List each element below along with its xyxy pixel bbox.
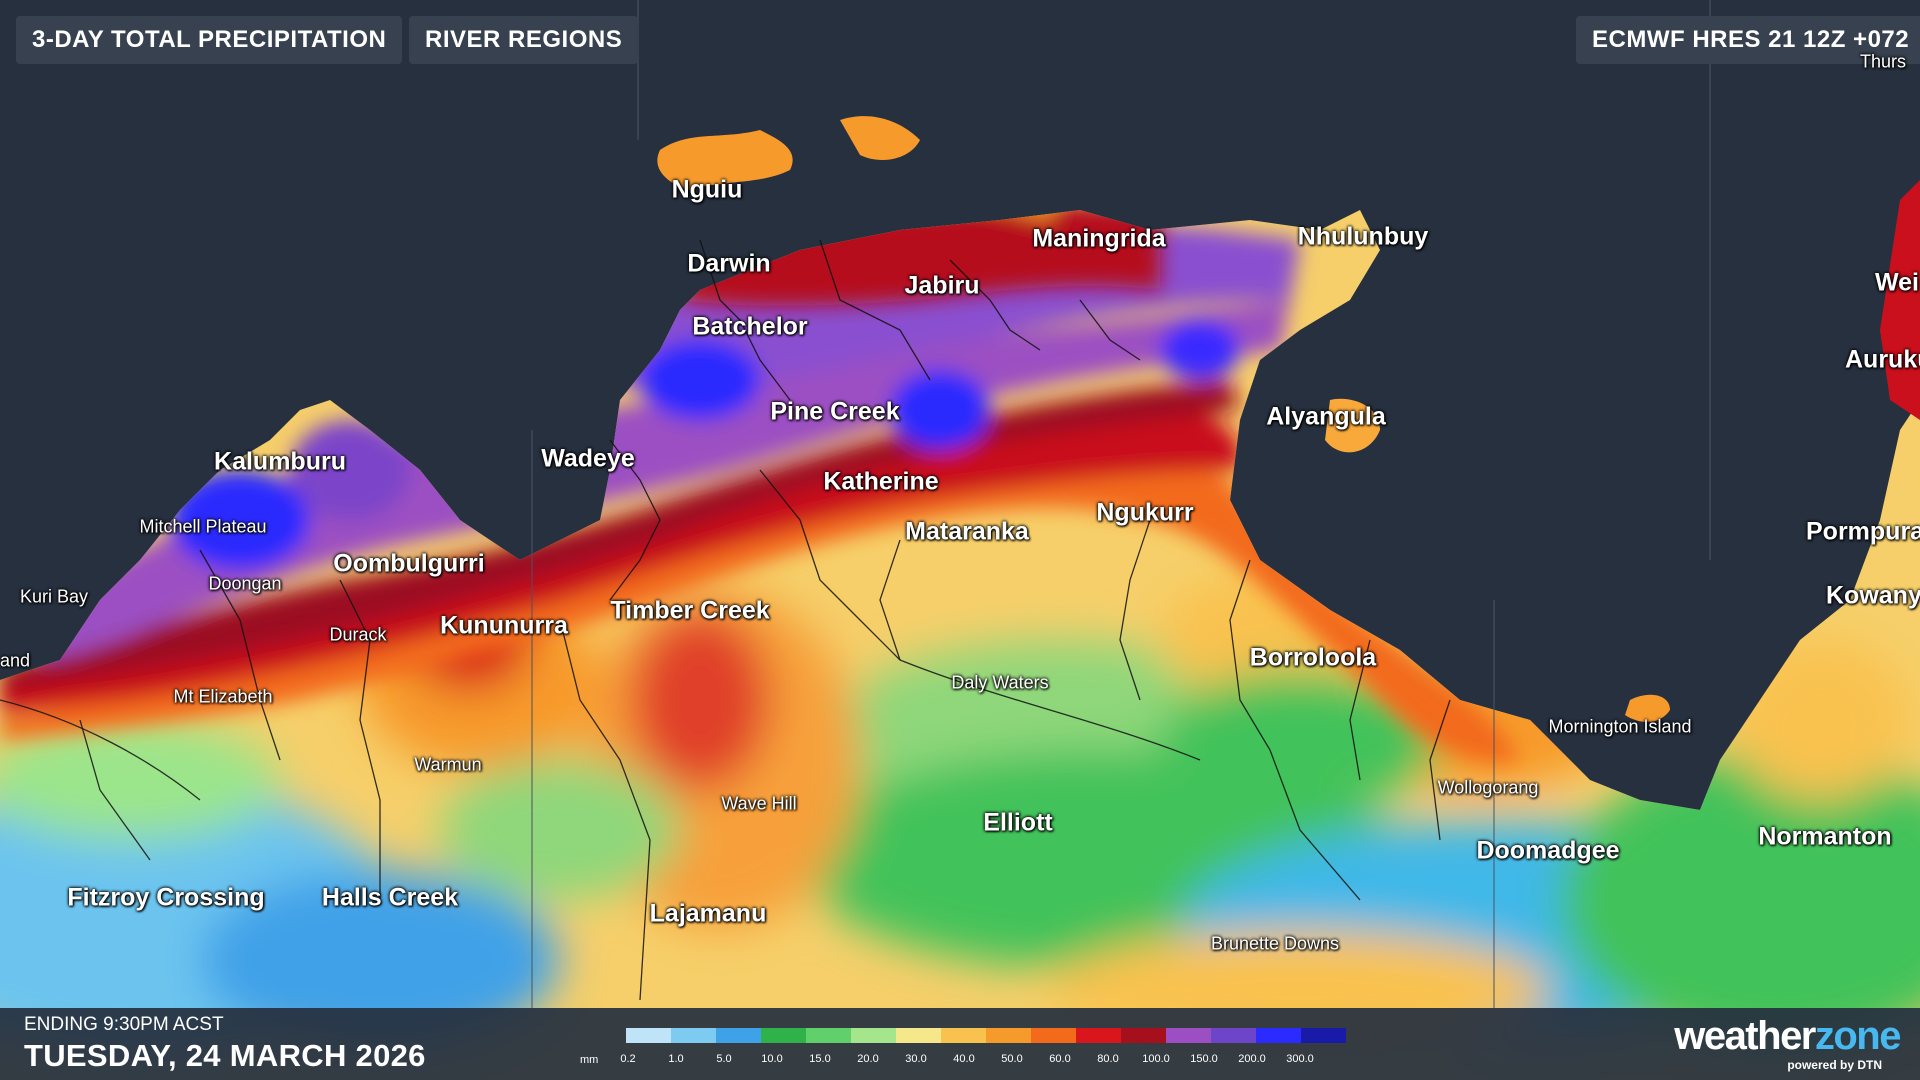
place-label-brunette-downs: Brunette Downs <box>1210 933 1340 954</box>
legend-swatch <box>1031 1028 1076 1043</box>
legend-label: 1.0 <box>668 1053 684 1065</box>
place-label-wollogorang: Wollogorang <box>1437 777 1539 798</box>
place-label-warmun: Warmun <box>414 754 482 775</box>
place-label-ngukurr: Ngukurr <box>1096 498 1194 527</box>
place-label-daly-waters: Daly Waters <box>951 672 1049 693</box>
legend-label: 5.0 <box>716 1053 732 1065</box>
legend-swatch <box>1076 1028 1121 1043</box>
legend-label: 40.0 <box>953 1053 975 1065</box>
place-label-kalumburu: Kalumburu <box>214 447 346 476</box>
place-label-normanton: Normanton <box>1758 822 1892 851</box>
legend-label: 10.0 <box>761 1053 783 1065</box>
place-label-kununurra: Kununurra <box>440 611 568 640</box>
logo-sub: powered by DTN <box>1787 1058 1882 1072</box>
logo-main: weather <box>1674 1014 1816 1058</box>
place-label-mataranka: Mataranka <box>905 517 1029 546</box>
river-regions-button[interactable]: RIVER REGIONS <box>409 16 639 64</box>
legend-swatch <box>671 1028 716 1043</box>
weatherzone-logo: weatherzone powered by DTN <box>1640 1014 1902 1076</box>
place-label-mitchell-plateau: Mitchell Plateau <box>139 516 267 537</box>
place-label-kowanyama: Kowanya <box>1826 581 1920 610</box>
legend-label: 150.0 <box>1190 1053 1218 1065</box>
legend-swatch <box>716 1028 761 1043</box>
precipitation-layer-button[interactable]: 3-DAY TOTAL PRECIPITATION <box>16 16 403 64</box>
legend-label: 300.0 <box>1286 1053 1314 1065</box>
place-label-weipa: Wei <box>1875 268 1919 297</box>
place-label-batchelor: Batchelor <box>692 312 808 341</box>
legend-label: 20.0 <box>857 1053 879 1065</box>
place-label-elliott: Elliott <box>983 808 1053 837</box>
legend-swatch <box>806 1028 851 1043</box>
place-label-borroloola: Borroloola <box>1249 643 1377 672</box>
legend-label: 50.0 <box>1001 1053 1023 1065</box>
legend-swatch <box>1166 1028 1211 1043</box>
place-label-jabiru: Jabiru <box>904 271 980 300</box>
place-label-doongan: Doongan <box>208 573 282 594</box>
legend-swatch <box>986 1028 1031 1043</box>
place-label-mornington-island: Mornington Island <box>1548 716 1692 737</box>
legend-label: 15.0 <box>809 1053 831 1065</box>
legend-swatch <box>626 1028 671 1043</box>
place-label-timber-creek: Timber Creek <box>610 596 770 625</box>
legend-label: 60.0 <box>1049 1053 1071 1065</box>
place-label-wadeye: Wadeye <box>541 444 635 473</box>
legend-swatch <box>896 1028 941 1043</box>
place-label-mt-elizabeth: Mt Elizabeth <box>173 686 273 707</box>
legend-label: 100.0 <box>1142 1053 1170 1065</box>
legend-label: 0.2 <box>620 1053 636 1065</box>
place-label-alyangula: Alyangula <box>1266 402 1386 431</box>
place-label-fitzroy-crossing: Fitzroy Crossing <box>67 883 265 912</box>
place-label-durack: Durack <box>329 624 387 645</box>
place-label-katherine: Katherine <box>823 467 939 496</box>
place-label-lajamanu: Lajamanu <box>649 899 767 928</box>
legend-swatch <box>761 1028 806 1043</box>
legend-swatch <box>941 1028 986 1043</box>
place-label-pormpuraaw: Pormpura <box>1806 517 1920 546</box>
logo-accent: zone <box>1814 1014 1902 1058</box>
legend-label: 200.0 <box>1238 1053 1266 1065</box>
place-label-pine-creek: Pine Creek <box>770 397 900 426</box>
legend-label: 80.0 <box>1097 1053 1119 1065</box>
legend-swatch <box>1256 1028 1301 1043</box>
place-label-darwin: Darwin <box>687 249 771 278</box>
place-label-derby: and <box>0 650 31 671</box>
legend-label: 30.0 <box>905 1053 927 1065</box>
legend-swatch <box>851 1028 896 1043</box>
valid-time-label: ENDING 9:30PM ACST <box>24 1014 224 1035</box>
legend-unit: mm <box>580 1054 599 1066</box>
place-label-doomadgee: Doomadgee <box>1476 836 1620 865</box>
place-label-halls-creek: Halls Creek <box>321 883 459 912</box>
place-label-kuri-bay: Kuri Bay <box>19 586 89 607</box>
place-label-oombulgurri: Oombulgurri <box>333 549 485 578</box>
place-label-maningrida: Maningrida <box>1032 224 1166 253</box>
valid-date: TUESDAY, 24 MARCH 2026 <box>24 1038 426 1073</box>
place-label-thursday-island: Thurs <box>1860 51 1907 72</box>
legend-swatch <box>1121 1028 1166 1043</box>
legend-swatch <box>1301 1028 1346 1043</box>
place-label-nguiu: Nguiu <box>671 175 743 204</box>
place-label-aurukun: Auruku <box>1845 345 1920 374</box>
precipitation-legend: mm 0.2 1.0 5.0 10.0 15.0 20.0 30.0 40.0 50.0 60.0… <box>580 1028 1350 1072</box>
place-label-nhulunbuy: Nhulunbuy <box>1297 222 1429 251</box>
legend-swatch <box>1211 1028 1256 1043</box>
place-label-wave-hill: Wave Hill <box>721 793 797 814</box>
